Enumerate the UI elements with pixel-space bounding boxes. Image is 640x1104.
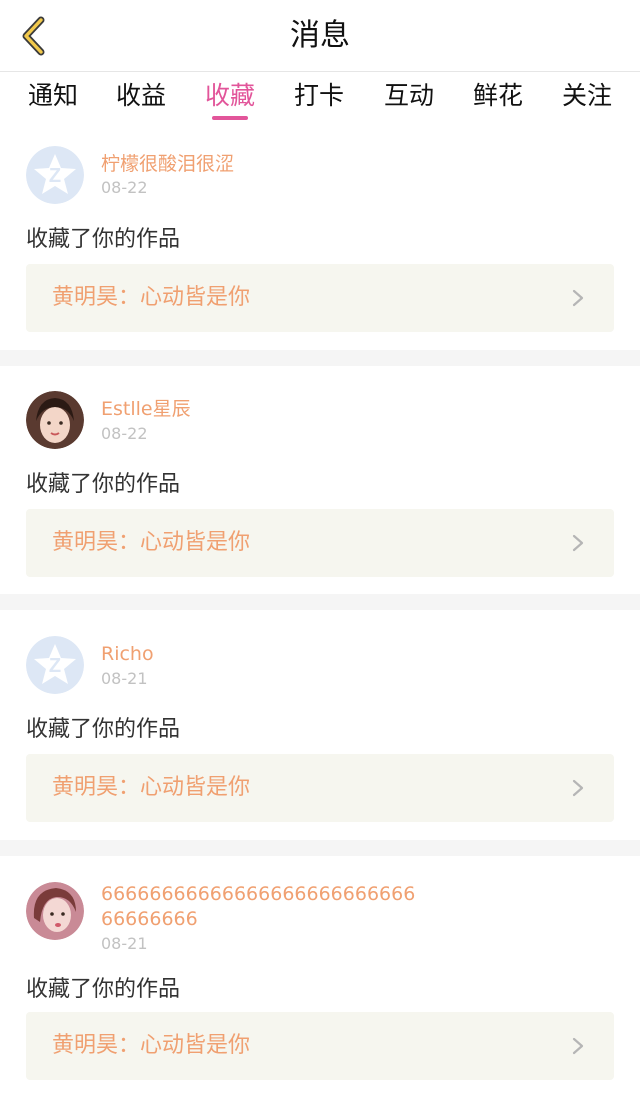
svg-text:Z: Z xyxy=(49,655,61,677)
chevron-right-icon xyxy=(572,534,584,552)
svg-text:Z: Z xyxy=(49,165,61,187)
tab-interaction[interactable]: 互动 xyxy=(370,72,448,126)
message-action-text: 收藏了你的作品 xyxy=(26,472,181,497)
message-date: 08-22 xyxy=(101,424,148,443)
message-date: 08-21 xyxy=(101,669,148,688)
username[interactable]: 柠檬很酸泪很涩 xyxy=(101,152,421,177)
divider xyxy=(0,840,640,856)
message-item: Estlle星辰 08-22 收藏了你的作品 黄明昊：心动皆是你 xyxy=(0,366,640,594)
message-date: 08-22 xyxy=(101,178,148,197)
tab-bar: 通知 收益 收藏 打卡 互动 鲜花 关注 xyxy=(0,72,640,126)
chevron-right-icon xyxy=(572,779,584,797)
message-action-text: 收藏了你的作品 xyxy=(26,977,181,1002)
message-action-text: 收藏了你的作品 xyxy=(26,717,181,742)
message-item: 6666666666666666666666666666666666 08-21… xyxy=(0,856,640,1104)
tab-favorites[interactable]: 收藏 xyxy=(191,72,269,126)
active-tab-indicator xyxy=(212,116,248,120)
work-link[interactable]: 黄明昊：心动皆是你 xyxy=(26,1012,614,1080)
message-item: Z Richo 08-21 收藏了你的作品 黄明昊：心动皆是你 xyxy=(0,610,640,840)
work-link[interactable]: 黄明昊：心动皆是你 xyxy=(26,509,614,577)
tab-flowers[interactable]: 鲜花 xyxy=(459,72,537,126)
work-link[interactable]: 黄明昊：心动皆是你 xyxy=(26,754,614,822)
app-header: 消息 xyxy=(0,0,640,72)
work-link[interactable]: 黄明昊：心动皆是你 xyxy=(26,264,614,332)
work-title: 黄明昊：心动皆是你 xyxy=(52,775,251,800)
default-avatar-icon[interactable]: Z xyxy=(26,146,84,204)
page-title: 消息 xyxy=(290,18,350,53)
divider xyxy=(0,594,640,610)
tab-follow[interactable]: 关注 xyxy=(548,72,626,126)
chevron-left-icon xyxy=(22,16,45,56)
username[interactable]: Estlle星辰 xyxy=(101,397,421,422)
tab-earnings[interactable]: 收益 xyxy=(102,72,180,126)
username[interactable]: 6666666666666666666666666666666666 xyxy=(101,882,421,932)
work-title: 黄明昊：心动皆是你 xyxy=(52,285,251,310)
back-button[interactable] xyxy=(12,12,56,60)
user-photo-avatar[interactable] xyxy=(26,391,84,449)
message-date: 08-21 xyxy=(101,934,148,953)
user-photo-avatar[interactable] xyxy=(26,882,84,940)
work-title: 黄明昊：心动皆是你 xyxy=(52,1033,251,1058)
tab-notify[interactable]: 通知 xyxy=(14,72,92,126)
divider xyxy=(0,350,640,366)
chevron-right-icon xyxy=(572,1037,584,1055)
chevron-right-icon xyxy=(572,289,584,307)
username[interactable]: Richo xyxy=(101,642,421,667)
work-title: 黄明昊：心动皆是你 xyxy=(52,530,251,555)
tab-checkin[interactable]: 打卡 xyxy=(280,72,358,126)
default-avatar-icon[interactable]: Z xyxy=(26,636,84,694)
message-item: Z 柠檬很酸泪很涩 08-22 收藏了你的作品 黄明昊：心动皆是你 xyxy=(0,126,640,350)
message-action-text: 收藏了你的作品 xyxy=(26,227,181,252)
